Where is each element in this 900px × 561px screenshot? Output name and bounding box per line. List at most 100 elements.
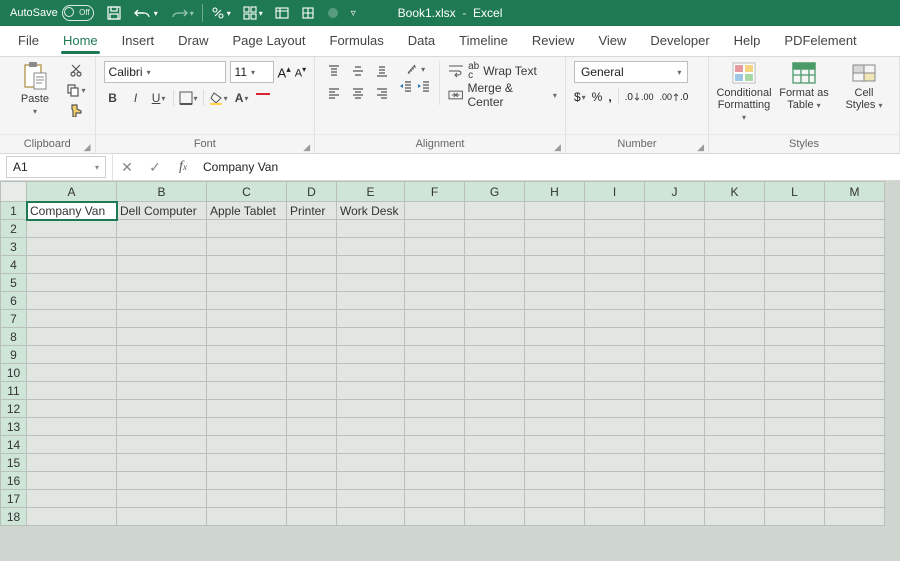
row-header[interactable]: 18 [1,508,27,526]
font-size-select[interactable]: 11▾ [230,61,274,83]
cell[interactable] [287,382,337,400]
qat-icon-3[interactable] [271,3,293,23]
cell[interactable] [465,436,525,454]
cell[interactable] [765,274,825,292]
tab-timeline[interactable]: Timeline [447,26,520,56]
cell[interactable] [585,364,645,382]
cell[interactable] [337,364,405,382]
cell[interactable] [705,364,765,382]
tab-view[interactable]: View [586,26,638,56]
cell[interactable] [337,310,405,328]
row-header[interactable]: 14 [1,436,27,454]
cell[interactable] [645,202,705,220]
cell[interactable] [117,490,207,508]
cell[interactable] [287,328,337,346]
cell[interactable] [117,436,207,454]
cell[interactable] [207,436,287,454]
cell[interactable] [585,490,645,508]
cell[interactable] [337,292,405,310]
cell[interactable] [705,508,765,526]
cell[interactable] [117,238,207,256]
cell[interactable] [27,472,117,490]
cell[interactable] [207,364,287,382]
cell[interactable] [337,382,405,400]
cell[interactable] [27,418,117,436]
cell[interactable] [207,256,287,274]
tab-data[interactable]: Data [396,26,447,56]
cell[interactable] [765,472,825,490]
cell[interactable] [645,238,705,256]
cell[interactable] [585,292,645,310]
increase-font-icon[interactable]: A▴ [278,64,291,80]
cell[interactable] [207,274,287,292]
tab-page-layout[interactable]: Page Layout [221,26,318,56]
cell[interactable] [405,328,465,346]
cell[interactable] [825,256,885,274]
cell[interactable] [405,202,465,220]
cell[interactable] [465,256,525,274]
align-right-icon[interactable] [371,83,393,103]
cell[interactable] [465,418,525,436]
tab-pdfelement[interactable]: PDFelement [772,26,868,56]
cell[interactable] [27,274,117,292]
cell[interactable] [207,328,287,346]
font-name-select[interactable]: Calibri▾ [104,61,226,83]
cell[interactable]: Work Desk [337,202,405,220]
row-header[interactable]: 10 [1,364,27,382]
cell[interactable] [465,472,525,490]
comma-format-icon[interactable]: , [608,90,611,104]
save-icon[interactable] [102,3,126,23]
cell[interactable] [405,454,465,472]
row-header[interactable]: 11 [1,382,27,400]
cell[interactable] [585,328,645,346]
cell[interactable] [117,454,207,472]
row-header[interactable]: 8 [1,328,27,346]
cell[interactable] [465,202,525,220]
border-button[interactable]: ▾ [179,89,198,107]
cell[interactable] [27,292,117,310]
cell[interactable] [705,400,765,418]
cell[interactable] [207,238,287,256]
column-header[interactable]: E [337,182,405,202]
cell[interactable] [765,382,825,400]
cell[interactable] [825,364,885,382]
cell[interactable] [117,220,207,238]
cell[interactable] [765,364,825,382]
bold-button[interactable]: B [104,89,122,107]
cell-styles-button[interactable]: Cell Styles ▾ [837,61,891,112]
cell[interactable] [287,400,337,418]
cell[interactable] [645,400,705,418]
undo-button[interactable]: ▾ [130,3,162,23]
cell[interactable] [765,436,825,454]
cell[interactable] [117,256,207,274]
cell[interactable] [27,508,117,526]
qat-customize-icon[interactable]: ▿ [347,3,360,23]
cell[interactable] [405,274,465,292]
tab-review[interactable]: Review [520,26,587,56]
cell[interactable] [117,310,207,328]
cut-icon[interactable] [66,61,86,79]
increase-decimal-icon[interactable]: .0.00 [625,92,654,103]
cell[interactable] [645,364,705,382]
cell[interactable] [765,238,825,256]
cell[interactable] [825,202,885,220]
cell[interactable] [525,418,585,436]
dialog-launcher-icon[interactable]: ◢ [84,138,91,156]
cell[interactable] [705,256,765,274]
column-header[interactable]: B [117,182,207,202]
cell[interactable] [405,382,465,400]
cell[interactable] [287,490,337,508]
cell[interactable] [765,346,825,364]
cell[interactable] [585,382,645,400]
tab-help[interactable]: Help [722,26,773,56]
cell[interactable] [207,508,287,526]
copy-icon[interactable]: ▾ [66,81,86,99]
cell[interactable] [705,292,765,310]
font-color-button[interactable]: A▾ [233,89,251,107]
cell[interactable] [117,508,207,526]
cell[interactable] [645,310,705,328]
cell[interactable] [405,508,465,526]
cell[interactable] [765,400,825,418]
cell[interactable] [705,436,765,454]
row-header[interactable]: 2 [1,220,27,238]
